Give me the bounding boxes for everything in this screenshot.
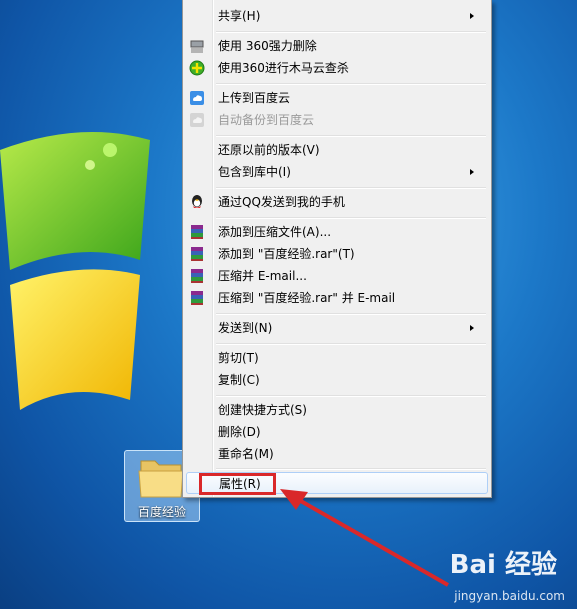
menu-item-cut[interactable]: 剪切(T)	[186, 347, 488, 369]
shredder-icon	[190, 40, 204, 53]
menu-separator	[216, 187, 486, 189]
menu-item-label: 包含到库中(I)	[218, 165, 291, 179]
menu-item-label: 上传到百度云	[218, 91, 291, 105]
menu-item-label: 重命名(M)	[218, 447, 274, 461]
baidu-cloud-backup-icon	[190, 113, 204, 127]
menu-item-label: 通过QQ发送到我的手机	[218, 195, 345, 209]
windows-logo-wallpaper	[0, 132, 150, 410]
menu-separator	[216, 468, 486, 470]
menu-item-label: 复制(C)	[218, 373, 260, 387]
menu-item-label: 添加到 "百度经验.rar"(T)	[218, 247, 355, 261]
winrar-icon	[191, 247, 203, 261]
menu-item-label: 压缩并 E-mail...	[218, 269, 307, 283]
360-scan-icon	[189, 60, 205, 76]
menu-separator	[216, 395, 486, 397]
menu-item-send-to[interactable]: 发送到(N)	[186, 317, 488, 339]
winrar-icon	[191, 269, 203, 283]
menu-item-label: 发送到(N)	[218, 321, 273, 335]
menu-separator	[216, 135, 486, 137]
winrar-icon	[191, 291, 203, 305]
winrar-icon	[191, 225, 203, 239]
menu-item-compress-email[interactable]: 压缩并 E-mail...	[186, 265, 488, 287]
context-menu: 共享(H) 使用 360强力删除 使用360进行木马云查杀 上传到百度云 自动备…	[182, 0, 492, 498]
menu-item-auto-backup[interactable]: 自动备份到百度云	[186, 109, 488, 131]
menu-item-360-scan[interactable]: 使用360进行木马云查杀	[186, 57, 488, 79]
menu-item-rename[interactable]: 重命名(M)	[186, 443, 488, 465]
menu-item-qq-send[interactable]: 通过QQ发送到我的手机	[186, 191, 488, 213]
menu-item-copy[interactable]: 复制(C)	[186, 369, 488, 391]
menu-separator	[216, 313, 486, 315]
folder-label: 百度经验	[137, 505, 186, 519]
menu-item-label: 添加到压缩文件(A)...	[218, 225, 332, 239]
annotation-arrow-icon	[280, 489, 449, 587]
menu-item-add-rar[interactable]: 添加到 "百度经验.rar"(T)	[186, 243, 488, 265]
menu-separator	[216, 31, 486, 33]
menu-item-label: 共享(H)	[218, 9, 261, 23]
folder-icon	[138, 460, 184, 498]
watermark-brand: Bai 经验	[449, 550, 557, 580]
menu-item-restore-versions[interactable]: 还原以前的版本(V)	[186, 139, 488, 161]
menu-item-add-archive[interactable]: 添加到压缩文件(A)...	[186, 221, 488, 243]
menu-item-include-library[interactable]: 包含到库中(I)	[186, 161, 488, 183]
menu-item-label: 压缩到 "百度经验.rar" 并 E-mail	[218, 291, 396, 305]
menu-item-label: 自动备份到百度云	[218, 113, 315, 127]
menu-item-label: 剪切(T)	[218, 351, 259, 365]
menu-item-360-delete[interactable]: 使用 360强力删除	[186, 35, 488, 57]
menu-item-label: 还原以前的版本(V)	[218, 143, 320, 157]
menu-item-share[interactable]: 共享(H)	[186, 5, 488, 27]
menu-item-label: 创建快捷方式(S)	[218, 403, 307, 417]
menu-separator	[216, 83, 486, 85]
submenu-arrow-icon	[470, 13, 474, 19]
menu-item-create-shortcut[interactable]: 创建快捷方式(S)	[186, 399, 488, 421]
menu-item-label: 删除(D)	[218, 425, 261, 439]
menu-separator	[216, 343, 486, 345]
baidu-cloud-icon	[190, 91, 204, 105]
menu-item-delete[interactable]: 删除(D)	[186, 421, 488, 443]
menu-item-compress-rar-email[interactable]: 压缩到 "百度经验.rar" 并 E-mail	[186, 287, 488, 309]
menu-separator	[216, 217, 486, 219]
menu-item-upload-baidu[interactable]: 上传到百度云	[186, 87, 488, 109]
submenu-arrow-icon	[470, 325, 474, 331]
menu-item-label: 使用360进行木马云查杀	[218, 61, 349, 75]
submenu-arrow-icon	[470, 169, 474, 175]
watermark-url: jingyan.baidu.com	[454, 589, 565, 603]
qq-penguin-icon	[192, 195, 202, 208]
menu-item-label: 使用 360强力删除	[218, 39, 317, 53]
annotation-highlight-box	[199, 473, 276, 495]
